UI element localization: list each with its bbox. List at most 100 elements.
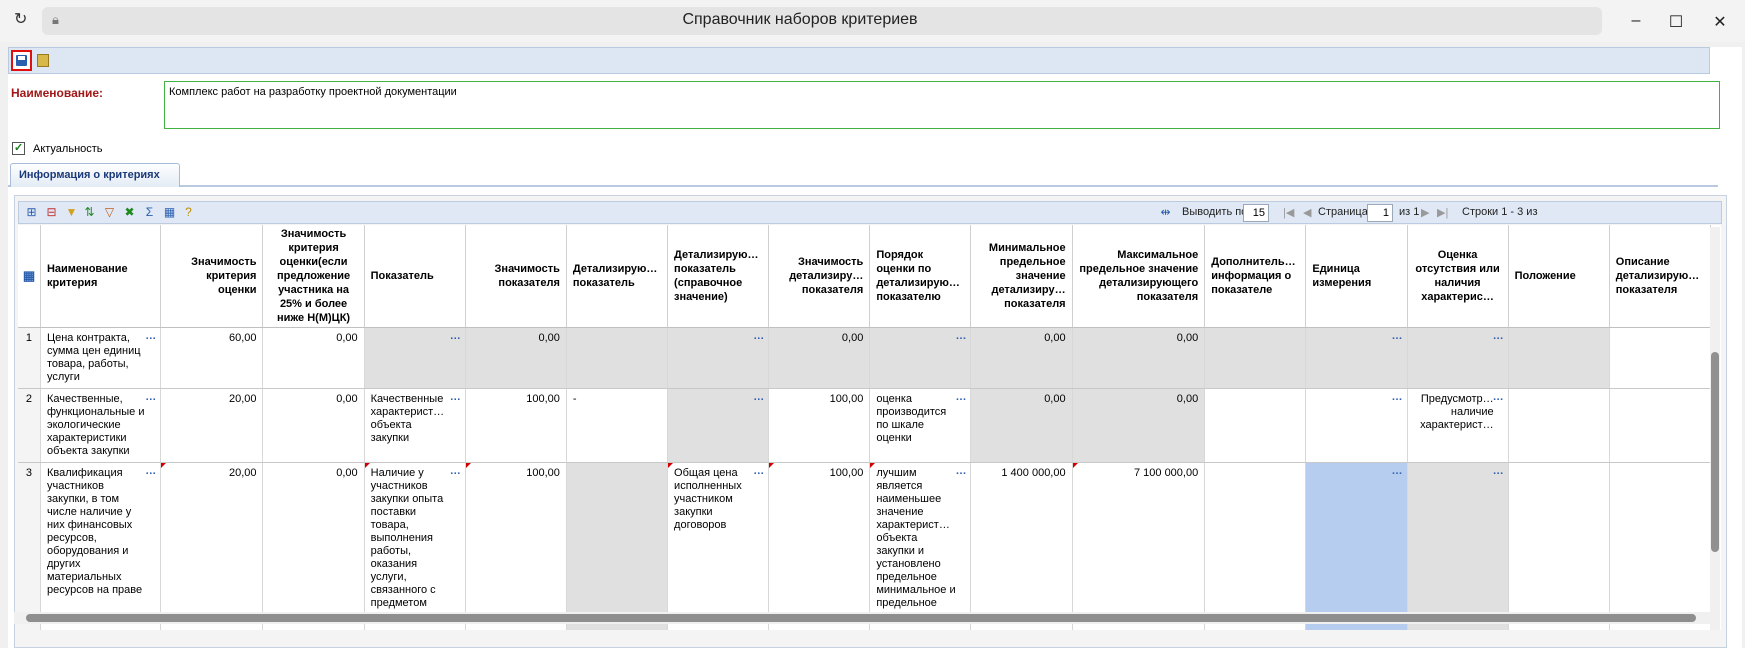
ellipsis-icon[interactable]: …: [955, 465, 966, 478]
cell-position[interactable]: [1508, 327, 1610, 389]
ellipsis-icon[interactable]: …: [955, 330, 966, 343]
ellipsis-icon[interactable]: …: [145, 465, 156, 478]
active-checkbox[interactable]: [12, 141, 25, 155]
column-header[interactable]: Детализирую… показатель: [566, 225, 669, 328]
cell-unit[interactable]: …: [1305, 327, 1408, 389]
cell-weight-low[interactable]: 0,00: [262, 388, 365, 463]
ellipsis-icon[interactable]: …: [955, 391, 966, 404]
cell-order[interactable]: …: [869, 327, 972, 389]
column-header[interactable]: Минимальное предельное значение детализи…: [970, 225, 1073, 328]
name-input[interactable]: Комплекс работ на разработку проектной д…: [164, 81, 1720, 129]
cell-position[interactable]: [1508, 388, 1610, 463]
cell-name[interactable]: Квалификация участников закупки, в том ч…: [40, 462, 162, 630]
cell-detail-weight[interactable]: 100,00: [768, 388, 871, 463]
cell-indicator-weight[interactable]: 100,00: [465, 462, 567, 630]
cell-max[interactable]: 0,00: [1072, 388, 1206, 463]
per-page-input[interactable]: 15: [1243, 204, 1269, 222]
ellipsis-icon[interactable]: …: [753, 465, 764, 478]
cell-indicator[interactable]: …: [364, 327, 466, 389]
ellipsis-icon[interactable]: …: [450, 330, 461, 343]
cell-detail[interactable]: -: [566, 388, 669, 463]
help-icon[interactable]: ?: [182, 206, 195, 219]
cell-description[interactable]: [1609, 327, 1712, 389]
close-icon[interactable]: ✕: [1710, 12, 1730, 32]
ellipsis-icon[interactable]: …: [450, 465, 461, 478]
cell-presence[interactable]: Предусмотр… наличие характерист……: [1407, 388, 1509, 463]
column-header[interactable]: Показатель: [364, 225, 466, 328]
table-row[interactable]: 3 Квалификация участников закупки, в том…: [18, 462, 1712, 630]
ellipsis-icon[interactable]: …: [1493, 330, 1504, 343]
cell-description[interactable]: [1609, 388, 1712, 463]
cell-min[interactable]: 0,00: [970, 388, 1073, 463]
ellipsis-icon[interactable]: …: [145, 330, 156, 343]
column-header[interactable]: Детализирую… показатель (справочное знач…: [667, 225, 770, 328]
page-input[interactable]: 1: [1367, 204, 1393, 222]
column-header[interactable]: Единица измерения: [1305, 225, 1408, 328]
column-header[interactable]: Дополнитель… информация о показателе: [1204, 225, 1307, 328]
clear-filter-icon[interactable]: ▽: [103, 206, 116, 219]
column-chooser-icon[interactable]: ▦: [18, 225, 41, 328]
last-page-icon[interactable]: ▶|: [1437, 206, 1448, 219]
cell-min[interactable]: 1 400 000,00: [970, 462, 1073, 630]
ellipsis-icon[interactable]: …: [753, 330, 764, 343]
ellipsis-icon[interactable]: …: [1392, 465, 1403, 478]
ellipsis-icon[interactable]: …: [145, 391, 156, 404]
layout-icon[interactable]: ⇹: [1159, 206, 1172, 219]
column-header[interactable]: Максимальное предельное значение детализ…: [1072, 225, 1206, 328]
sum-icon[interactable]: Σ: [143, 206, 156, 219]
column-header[interactable]: Порядок оценки по детализирую… показател…: [869, 225, 972, 328]
ellipsis-icon[interactable]: …: [1493, 465, 1504, 478]
cell-presence[interactable]: …: [1407, 327, 1509, 389]
cell-max[interactable]: 7 100 000,00: [1072, 462, 1206, 630]
next-page-icon[interactable]: ▶: [1421, 206, 1429, 219]
cell-extra[interactable]: [1204, 327, 1307, 389]
column-header[interactable]: Значимость критерия оценки: [160, 225, 264, 328]
cell-weight-low[interactable]: 0,00: [262, 462, 365, 630]
horizontal-scrollbar[interactable]: [14, 612, 1719, 624]
cell-indicator[interactable]: Наличие у участников закупки опыта поста…: [364, 462, 466, 630]
cell-name[interactable]: Цена контракта, сумма цен единиц товара,…: [40, 327, 162, 389]
cell-weight[interactable]: 20,00: [160, 462, 264, 630]
exit-icon[interactable]: [37, 54, 49, 67]
cell-max[interactable]: 0,00: [1072, 327, 1206, 389]
sort-icon[interactable]: ⇅: [83, 206, 96, 219]
cell-weight[interactable]: 60,00: [160, 327, 264, 389]
cell-description[interactable]: [1609, 462, 1712, 630]
cell-detail-weight[interactable]: 0,00: [768, 327, 871, 389]
cell-extra[interactable]: [1204, 388, 1307, 463]
column-header[interactable]: Положение: [1508, 225, 1610, 328]
column-header[interactable]: Значимость показателя: [465, 225, 567, 328]
cell-unit[interactable]: …: [1305, 388, 1408, 463]
ellipsis-icon[interactable]: …: [753, 391, 764, 404]
vertical-scrollbar[interactable]: [1710, 227, 1720, 630]
first-page-icon[interactable]: |◀: [1283, 206, 1294, 219]
cell-indicator-weight[interactable]: 0,00: [465, 327, 567, 389]
prev-page-icon[interactable]: ◀: [1303, 206, 1311, 219]
table-row[interactable]: 1 Цена контракта, сумма цен единиц товар…: [18, 327, 1712, 389]
cell-detail-ref[interactable]: Общая цена исполненных участником закупк…: [667, 462, 770, 630]
ellipsis-icon[interactable]: …: [450, 391, 461, 404]
cell-detail[interactable]: [566, 327, 669, 389]
column-header[interactable]: Описание детализирую… показателя: [1609, 225, 1712, 328]
ellipsis-icon[interactable]: …: [1493, 391, 1504, 404]
cell-position[interactable]: [1508, 462, 1610, 630]
cell-order[interactable]: лучшим является наименьшее значение хара…: [869, 462, 972, 630]
ellipsis-icon[interactable]: …: [1392, 330, 1403, 343]
ellipsis-icon[interactable]: …: [1392, 391, 1403, 404]
cell-order[interactable]: оценка производится по шкале оценки…: [869, 388, 972, 463]
cell-detail-ref[interactable]: …: [667, 327, 770, 389]
minimize-icon[interactable]: –: [1626, 12, 1646, 30]
cell-detail-ref[interactable]: …: [667, 388, 770, 463]
scroll-thumb[interactable]: [26, 614, 1696, 622]
column-header[interactable]: Наименование критерия: [40, 225, 162, 328]
add-row-icon[interactable]: ⊞: [25, 206, 38, 219]
cell-detail-weight[interactable]: 100,00: [768, 462, 871, 630]
scroll-thumb[interactable]: [1711, 352, 1719, 552]
columns-icon[interactable]: ▦: [163, 206, 176, 219]
cell-unit-selected[interactable]: …: [1305, 462, 1408, 630]
table-row[interactable]: 2 Качественные, функциональные и экологи…: [18, 388, 1712, 463]
excel-export-icon[interactable]: ✖: [123, 206, 136, 219]
cell-indicator[interactable]: Качественные характерист… объекта закупк…: [364, 388, 466, 463]
cell-detail[interactable]: [566, 462, 669, 630]
cell-min[interactable]: 0,00: [970, 327, 1073, 389]
